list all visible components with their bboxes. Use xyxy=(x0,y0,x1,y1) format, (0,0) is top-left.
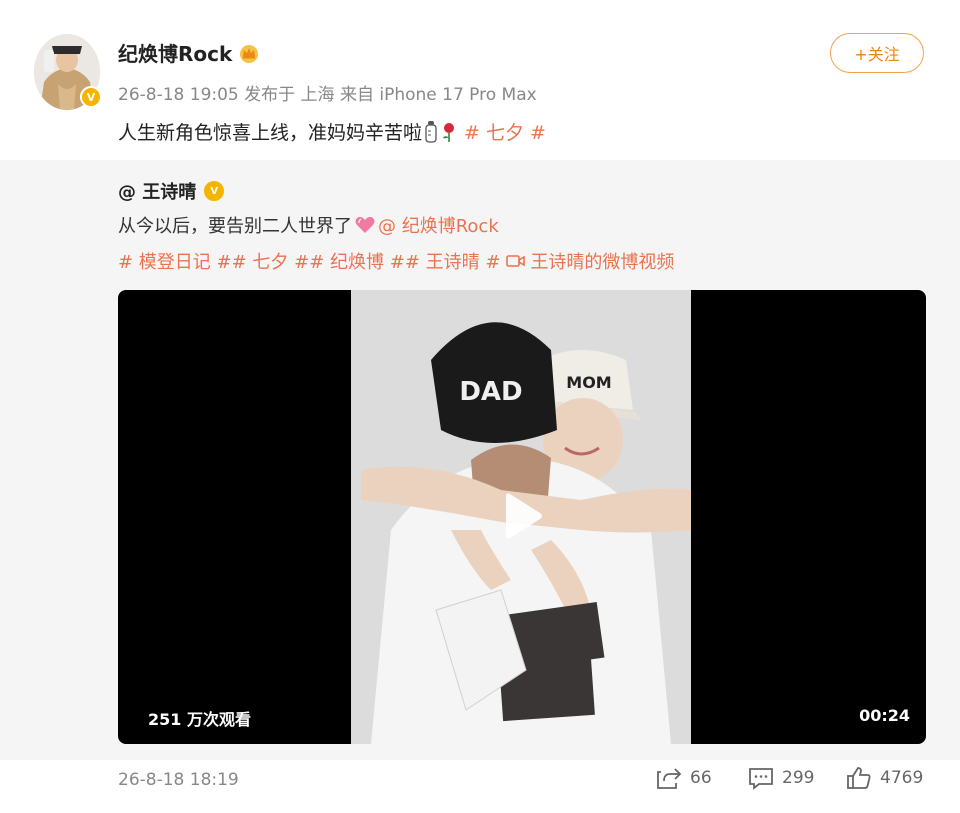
video-duration: 00:24 xyxy=(859,706,910,725)
follow-button[interactable]: +关注 xyxy=(830,33,924,73)
play-icon[interactable] xyxy=(492,488,548,544)
video-camera-icon xyxy=(506,255,526,267)
view-count: 251 万次观看 xyxy=(148,710,251,729)
share-icon xyxy=(657,768,682,789)
author-name[interactable]: 纪焕博Rock xyxy=(118,38,232,67)
like-count: 4769 xyxy=(880,768,924,788)
baby-bottle-icon xyxy=(425,120,437,143)
thumbs-up-icon xyxy=(847,767,871,789)
share-count: 66 xyxy=(690,768,712,788)
post-text: 人生新角色惊喜上线，准妈妈辛苦啦 # 七夕 # xyxy=(118,118,546,145)
author-avatar[interactable]: V xyxy=(34,34,102,110)
repost-date[interactable]: 26-8-18 18:19 xyxy=(118,770,239,790)
topic-tags[interactable]: # 模登日记 ## 七夕 ## 纪焕博 ## 王诗晴 # xyxy=(118,248,500,274)
video-link[interactable]: 王诗晴的微博视频 xyxy=(530,248,674,274)
reposted-content: @ 王诗晴 V 从今以后，要告别二人世界了 @ 纪焕博Rock # 模登日记 #… xyxy=(0,160,960,760)
topic-tag[interactable]: # 七夕 # xyxy=(464,118,546,145)
repost-body: 从今以后，要告别二人世界了 xyxy=(118,216,352,237)
comment-icon xyxy=(749,768,773,790)
rose-icon xyxy=(443,122,455,142)
post-body: 人生新角色惊喜上线，准妈妈辛苦啦 xyxy=(118,122,423,144)
weibo-post: V 纪焕博Rock 26-8-18 19:05 发布于 上海 来自 iPhone… xyxy=(0,0,960,813)
repost-text: 从今以后，要告别二人世界了 @ 纪焕博Rock xyxy=(118,212,499,238)
repost-footer: 26-8-18 18:19 66 299 4769 xyxy=(0,767,960,802)
repost-tags: # 模登日记 ## 七夕 ## 纪焕博 ## 王诗晴 # 王诗晴的微博视频 xyxy=(118,248,674,274)
heart-icon xyxy=(355,216,375,233)
like-button[interactable]: 4769 xyxy=(846,766,923,790)
comment-button[interactable]: 299 xyxy=(748,766,814,790)
author-name-row: 纪焕博Rock xyxy=(118,38,260,67)
mom-cap-text: MOM xyxy=(566,373,611,392)
repost-author-name[interactable]: @ 王诗晴 xyxy=(118,178,196,204)
post-meta: 26-8-18 19:05 发布于 上海 来自 iPhone 17 Pro Ma… xyxy=(118,85,537,105)
verified-badge-icon: V xyxy=(204,181,225,201)
verified-badge-icon: V xyxy=(80,86,102,108)
video-player[interactable]: MOM DAD 251 万次观看 00:24 xyxy=(118,290,926,744)
comment-count: 299 xyxy=(782,768,815,788)
crown-icon xyxy=(240,44,259,63)
share-button[interactable]: 66 xyxy=(656,766,712,790)
mention-link[interactable]: @ 纪焕博Rock xyxy=(378,212,499,238)
dad-cap-text: DAD xyxy=(459,377,522,407)
repost-author-row: @ 王诗晴 V xyxy=(118,178,225,204)
